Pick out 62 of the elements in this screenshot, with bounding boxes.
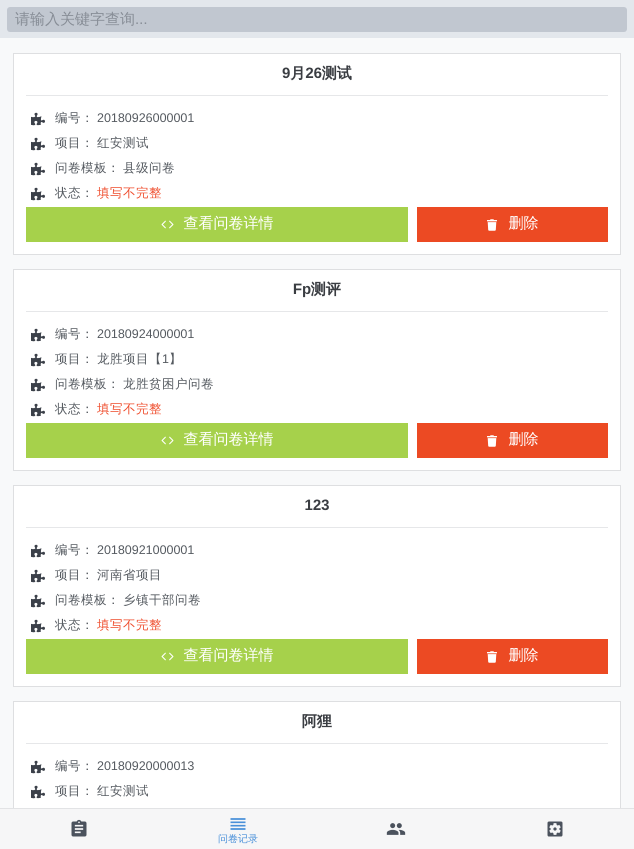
settings-icon: [544, 819, 565, 839]
puzzle-icon: [31, 760, 45, 774]
field-label: 状态：: [55, 401, 94, 418]
puzzle-icon: [31, 594, 45, 608]
field-value: 河南省项目: [97, 567, 162, 584]
field-label: 编号：: [55, 326, 94, 344]
field-label: 项目：: [55, 135, 94, 152]
field-label: 编号：: [55, 110, 94, 128]
field-label: 问卷模板：: [55, 160, 120, 178]
view-details-button[interactable]: 查看问卷详情: [26, 423, 408, 458]
clipboard-icon: [69, 819, 90, 839]
field-value: 龙胜贫困户问卷: [123, 376, 214, 394]
field-label: 状态：: [55, 617, 94, 634]
trash-icon: [486, 650, 496, 662]
field-label: 问卷模板：: [55, 376, 120, 394]
field-label: 编号：: [55, 542, 94, 560]
puzzle-icon: [31, 162, 45, 176]
field-label: 状态：: [55, 185, 94, 202]
code-icon: [160, 650, 174, 663]
field-value: 红安测试: [97, 783, 149, 800]
puzzle-icon: [31, 186, 45, 200]
card-title: 9月26测试: [282, 64, 352, 84]
field-value: 乡镇干部问卷: [123, 592, 201, 610]
puzzle-icon: [31, 402, 45, 416]
field-value: 20180926000001: [97, 110, 194, 128]
puzzle-icon: [31, 328, 45, 342]
field-label: 项目：: [55, 351, 94, 368]
puzzle-icon: [31, 544, 45, 558]
field-value: 20180920000013: [97, 758, 194, 776]
field-value: 龙胜项目【1】: [97, 351, 182, 368]
view-details-button[interactable]: 查看问卷详情: [26, 207, 408, 242]
puzzle-icon: [31, 136, 45, 150]
delete-button[interactable]: 删除: [417, 639, 608, 674]
field-label: 项目：: [55, 783, 94, 800]
field-value: 20180921000001: [97, 542, 194, 560]
code-icon: [160, 218, 174, 231]
puzzle-icon: [31, 112, 45, 126]
delete-button[interactable]: 删除: [417, 423, 608, 458]
puzzle-icon: [31, 618, 45, 632]
field-value: 填写不完整: [97, 185, 162, 202]
field-value: 填写不完整: [97, 617, 162, 634]
view-details-button[interactable]: 查看问卷详情: [26, 639, 408, 674]
field-label: 项目：: [55, 567, 94, 584]
field-value: 20180924000001: [97, 326, 194, 344]
card-title: 123: [304, 496, 330, 516]
field-label: 编号：: [55, 758, 94, 776]
field-value: 县级问卷: [123, 160, 175, 178]
puzzle-icon: [31, 568, 45, 582]
puzzle-icon: [31, 352, 45, 366]
puzzle-icon: [31, 784, 45, 798]
trash-icon: [486, 218, 496, 230]
card-title: 阿狸: [302, 712, 332, 732]
code-icon: [160, 434, 174, 447]
field-value: 填写不完整: [97, 401, 162, 418]
delete-button[interactable]: 删除: [417, 207, 608, 242]
puzzle-icon: [31, 378, 45, 392]
field-label: 问卷模板：: [55, 592, 120, 610]
search-field[interactable]: 请输入关键字查询...: [7, 7, 627, 32]
trash-icon: [486, 434, 496, 446]
field-value: 红安测试: [97, 135, 149, 152]
card-title: Fp测评: [292, 280, 342, 300]
tab-bar-item[interactable]: 问卷记录: [158, 809, 317, 849]
